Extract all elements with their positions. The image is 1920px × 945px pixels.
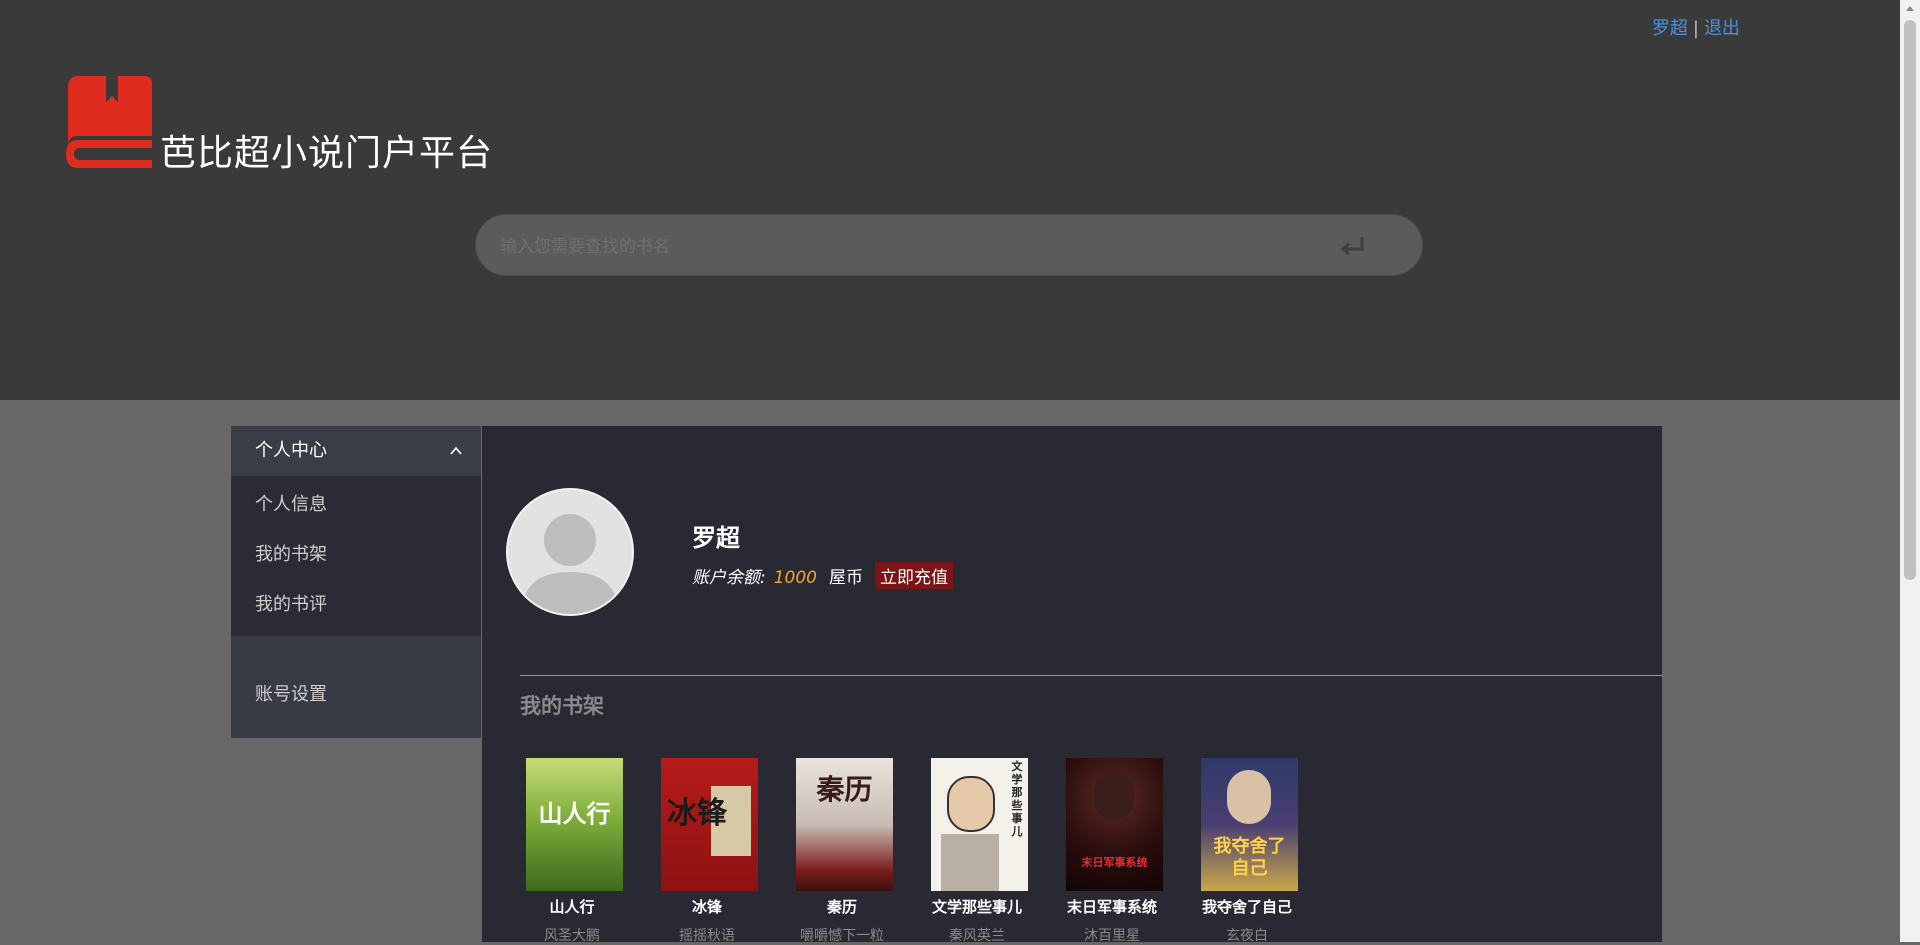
enter-icon[interactable] — [1340, 235, 1366, 257]
recharge-button[interactable]: 立即充值 — [875, 562, 953, 589]
book-title[interactable]: 冰锋 — [649, 896, 765, 917]
link-separator: | — [1692, 18, 1699, 39]
avatar[interactable] — [506, 488, 634, 616]
balance-value: 1000 — [773, 568, 817, 588]
chevron-up-icon — [450, 446, 462, 455]
sidebar-section-personal-center[interactable]: 个人中心 — [231, 426, 481, 476]
book-title[interactable]: 我夺舍了自己 — [1189, 896, 1305, 917]
page-header: 罗超 | 退出 芭比超小说门户平台 — [0, 0, 1900, 400]
search-bar — [475, 214, 1423, 276]
book-item[interactable]: 末日军事系统 末日军事系统 沐百里星 — [1060, 758, 1170, 945]
book-cover[interactable]: 末日军事系统 — [1066, 758, 1163, 891]
user-silhouette-icon — [522, 514, 618, 614]
book-item[interactable]: 秦历 秦历 嚼嚼憾下一粒 — [790, 758, 900, 945]
book-author: 风圣大鹏 — [544, 928, 600, 944]
sidebar-item-personal-info[interactable]: 个人信息 — [231, 480, 481, 530]
book-title[interactable]: 秦历 — [784, 896, 900, 917]
book-author: 玄夜白 — [1226, 928, 1268, 944]
section-divider — [520, 675, 1662, 676]
username-link[interactable]: 罗超 — [1652, 18, 1688, 39]
book-item[interactable]: 山人行 山人行 风圣大鹏 — [520, 758, 630, 945]
bookshelf-title: 我的书架 — [520, 694, 604, 718]
top-user-links: 罗超 | 退出 — [1652, 14, 1740, 40]
cover-caption: 山人行 — [538, 799, 611, 828]
cover-caption: 我夺舍了自己 — [1213, 836, 1286, 879]
main-content: 罗超 账户余额: 1000 屋币 立即充值 我的书架 山人行 山人行 风圣大鹏 冰锋 … — [482, 426, 1662, 945]
book-author: 沐百里星 — [1084, 928, 1140, 944]
book-item[interactable]: 文学那些事儿 文学那些事儿 秦风英兰 — [925, 758, 1035, 945]
book-cover[interactable]: 文学那些事儿 — [931, 758, 1028, 891]
scroll-up-arrow-icon[interactable] — [1906, 6, 1914, 11]
cover-caption: 秦历 — [816, 773, 873, 806]
cover-caption: 冰锋 — [667, 796, 727, 831]
book-logo-icon[interactable] — [66, 76, 156, 168]
book-cover[interactable]: 我夺舍了自己 — [1201, 758, 1298, 891]
currency-label: 屋币 — [829, 568, 863, 588]
sidebar-section-title: 个人中心 — [255, 440, 327, 461]
book-item[interactable]: 冰锋 冰锋 摇摇秋语 — [655, 758, 765, 945]
scrollbar-thumb[interactable] — [1904, 20, 1916, 580]
logout-link[interactable]: 退出 — [1704, 18, 1740, 39]
search-input[interactable] — [498, 227, 1302, 267]
sidebar-item-my-reviews[interactable]: 我的书评 — [231, 580, 481, 630]
book-cover[interactable]: 山人行 — [526, 758, 623, 891]
site-title: 芭比超小说门户平台 — [160, 133, 494, 174]
book-item[interactable]: 我夺舍了自己 我夺舍了自己 玄夜白 — [1195, 758, 1305, 945]
book-title[interactable]: 文学那些事儿 — [919, 896, 1035, 917]
book-cover[interactable]: 秦历 — [796, 758, 893, 891]
balance-row: 账户余额: 1000 屋币 立即充值 — [692, 562, 953, 589]
book-author: 摇摇秋语 — [679, 928, 735, 944]
profile-name: 罗超 — [692, 524, 740, 552]
book-author: 秦风英兰 — [949, 928, 1005, 944]
book-title[interactable]: 山人行 — [514, 896, 630, 917]
cover-caption: 文学那些事儿 — [1011, 760, 1023, 838]
sidebar-item-my-bookshelf[interactable]: 我的书架 — [231, 530, 481, 580]
cover-caption: 末日军事系统 — [1081, 856, 1148, 869]
balance-label: 账户余额: — [692, 568, 766, 588]
sidebar: 个人中心 个人信息 我的书架 我的书评 账号设置 — [231, 426, 481, 738]
book-title[interactable]: 末日军事系统 — [1054, 896, 1170, 917]
sidebar-item-account-settings[interactable]: 账号设置 — [231, 670, 481, 720]
page-scrollbar[interactable] — [1900, 0, 1920, 942]
sidebar-menu: 个人信息 我的书架 我的书评 — [231, 476, 481, 636]
book-author: 嚼嚼憾下一粒 — [800, 928, 884, 944]
book-cover[interactable]: 冰锋 — [661, 758, 758, 891]
